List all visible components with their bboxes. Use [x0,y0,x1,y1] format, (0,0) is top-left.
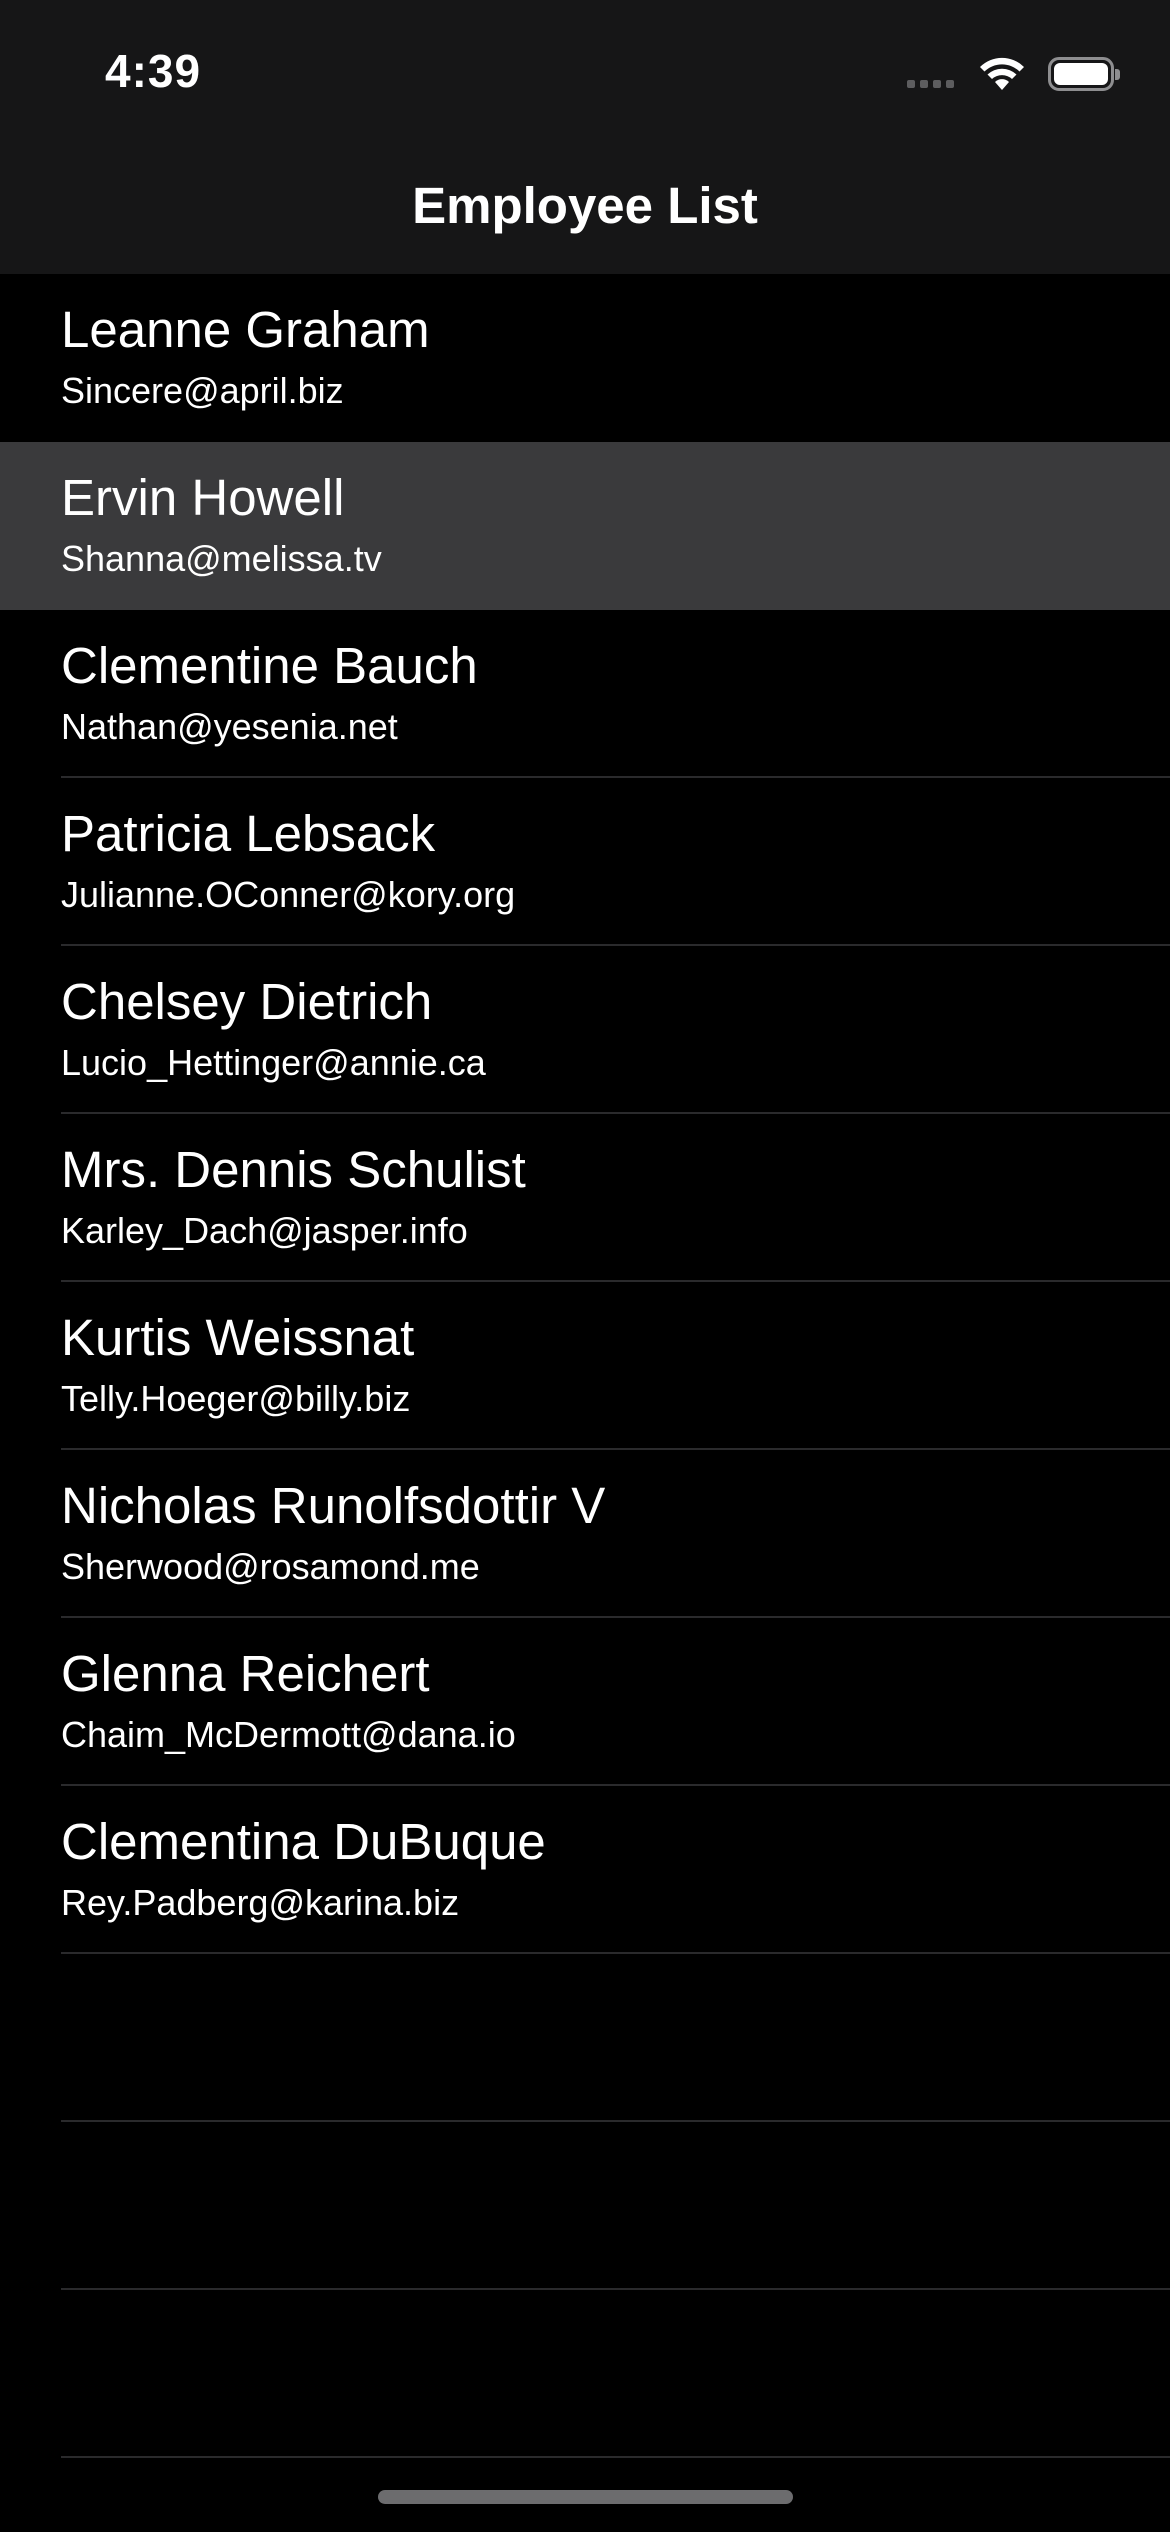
employee-email: Karley_Dach@jasper.info [61,1210,468,1251]
wifi-icon [980,57,1024,90]
row-separator [61,1952,1170,1954]
row-separator [61,2456,1170,2458]
row-separator [61,1784,1170,1786]
list-item[interactable]: Leanne Graham Sincere@april.biz [0,274,1170,442]
employee-name: Nicholas Runolfsdottir V [61,1477,606,1534]
employee-email: Chaim_McDermott@dana.io [61,1714,516,1755]
employee-name: Clementine Bauch [61,637,478,694]
row-separator [61,1448,1170,1450]
navigation-bar: 4:39 Employee List [0,0,1170,274]
employee-email: Telly.Hoeger@billy.biz [61,1378,411,1419]
employee-name: Clementina DuBuque [61,1813,546,1870]
list-item[interactable]: Clementina DuBuque Rey.Padberg@karina.bi… [0,1786,1170,1954]
status-icons [907,52,1120,96]
employee-email: Sherwood@rosamond.me [61,1546,480,1587]
employee-name: Kurtis Weissnat [61,1309,415,1366]
list-item[interactable]: Clementine Bauch Nathan@yesenia.net [0,610,1170,778]
employee-name: Glenna Reichert [61,1645,430,1702]
status-time: 4:39 [105,45,202,97]
home-indicator[interactable] [378,2490,793,2504]
list-item[interactable]: Chelsey Dietrich Lucio_Hettinger@annie.c… [0,946,1170,1114]
employee-list: Leanne Graham Sincere@april.biz Ervin Ho… [0,274,1170,2458]
employee-name: Chelsey Dietrich [61,973,433,1030]
list-item[interactable]: Glenna Reichert Chaim_McDermott@dana.io [0,1618,1170,1786]
employee-email: Sincere@april.biz [61,370,344,411]
row-separator [61,1280,1170,1282]
battery-icon [1048,57,1120,91]
page-title: Employee List [412,177,758,234]
row-separator [61,1112,1170,1114]
list-item[interactable]: Patricia Lebsack Julianne.OConner@kory.o… [0,778,1170,946]
row-separator [61,944,1170,946]
employee-email: Nathan@yesenia.net [61,706,398,747]
employee-email: Julianne.OConner@kory.org [61,874,516,915]
list-item-selected[interactable]: Ervin Howell Shanna@melissa.tv [0,442,1170,610]
employee-email: Shanna@melissa.tv [61,538,382,579]
row-separator [61,2288,1170,2290]
row-separator [61,1616,1170,1618]
row-separator [61,2120,1170,2122]
row-separator [61,776,1170,778]
employee-name: Leanne Graham [61,301,430,358]
employee-email: Lucio_Hettinger@annie.ca [61,1042,486,1083]
list-item[interactable]: Nicholas Runolfsdottir V Sherwood@rosamo… [0,1450,1170,1618]
employee-email: Rey.Padberg@karina.biz [61,1882,460,1923]
employee-name: Patricia Lebsack [61,805,436,862]
employee-name: Ervin Howell [61,469,345,526]
list-item[interactable]: Mrs. Dennis Schulist Karley_Dach@jasper.… [0,1114,1170,1282]
cellular-signal-icon [907,52,954,96]
list-item[interactable]: Kurtis Weissnat Telly.Hoeger@billy.biz [0,1282,1170,1450]
employee-name: Mrs. Dennis Schulist [61,1141,526,1198]
